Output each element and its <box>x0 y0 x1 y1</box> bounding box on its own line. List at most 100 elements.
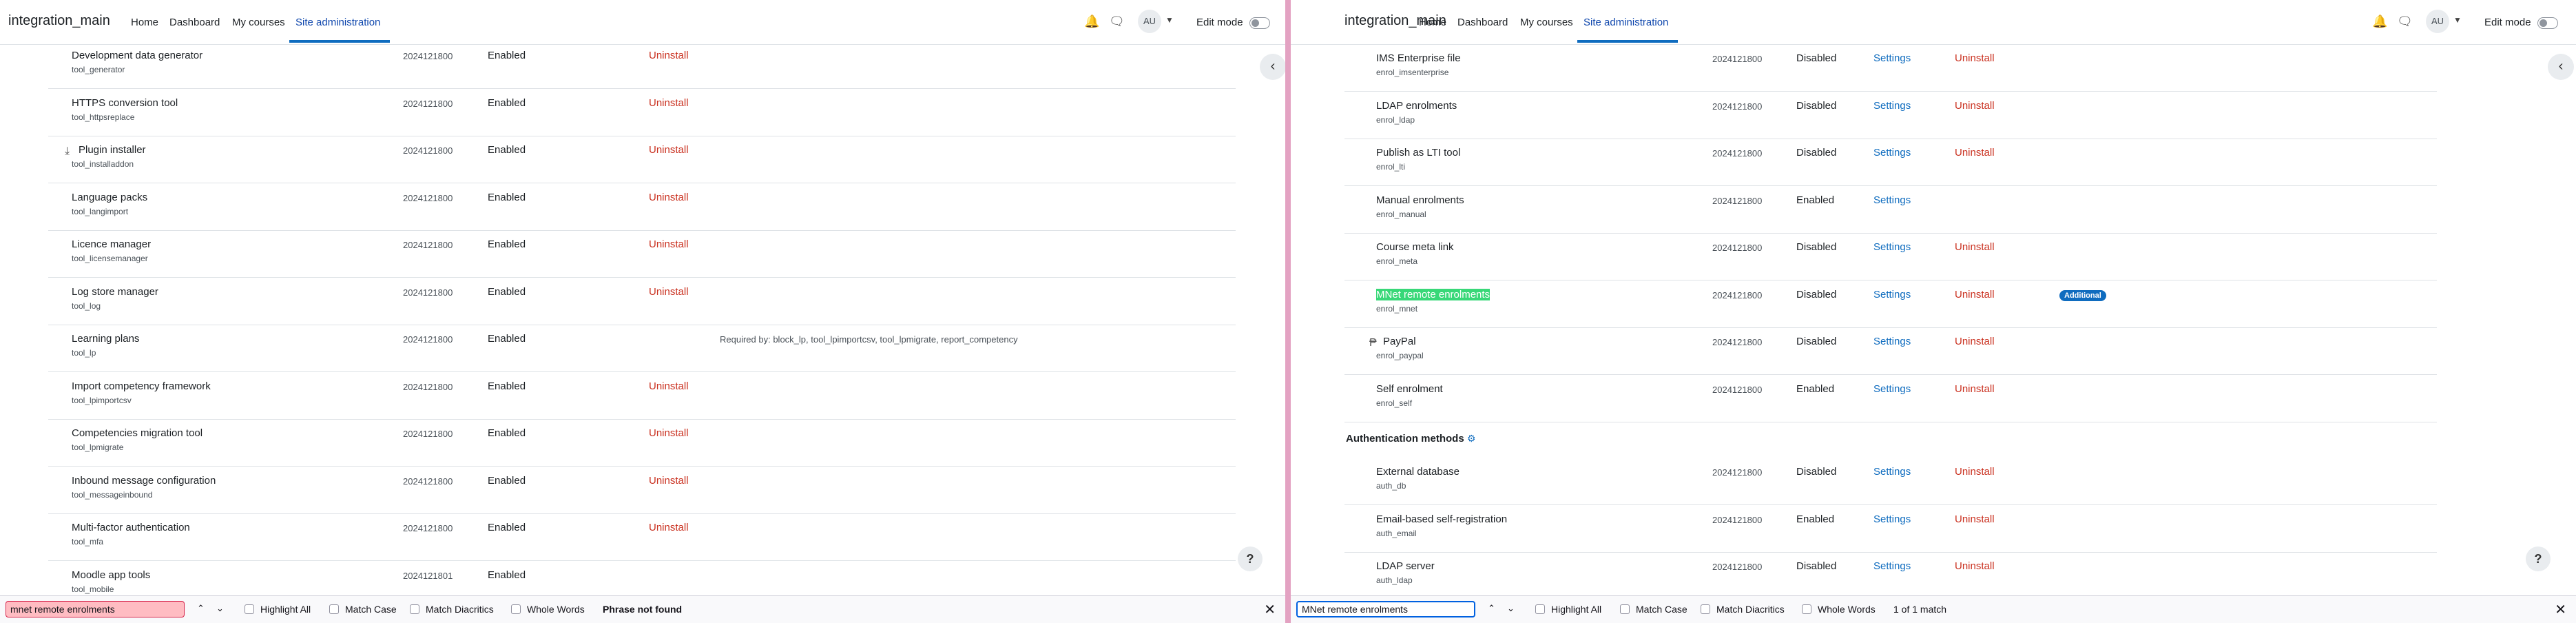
plugin-status[interactable]: Enabled <box>488 427 526 439</box>
uninstall-link[interactable]: Uninstall <box>649 144 689 156</box>
drawer-open-icon[interactable]: ‹ <box>1260 54 1285 80</box>
plugin-status[interactable]: Enabled <box>488 475 526 487</box>
find-input[interactable] <box>6 601 185 617</box>
plugin-status[interactable]: Disabled <box>1796 100 1836 112</box>
uninstall-link[interactable]: Uninstall <box>649 97 689 109</box>
highlight-all-label[interactable]: Highlight All <box>260 604 311 615</box>
user-avatar[interactable]: AU <box>1138 10 1161 33</box>
match-diacritics-checkbox[interactable] <box>1701 604 1710 614</box>
whole-words-checkbox[interactable] <box>1802 604 1811 614</box>
uninstall-link[interactable]: Uninstall <box>649 475 689 487</box>
settings-link[interactable]: Settings <box>1873 289 1911 300</box>
highlight-all-checkbox[interactable] <box>1535 604 1545 614</box>
close-icon[interactable]: ✕ <box>1264 601 1276 618</box>
site-name[interactable]: integration_main <box>8 13 110 29</box>
settings-link[interactable]: Settings <box>1873 513 1911 525</box>
match-case-checkbox[interactable] <box>1620 604 1630 614</box>
plugin-status[interactable]: Enabled <box>488 569 526 581</box>
settings-link[interactable]: Settings <box>1873 466 1911 478</box>
whole-words-label[interactable]: Whole Words <box>527 604 585 615</box>
uninstall-link[interactable]: Uninstall <box>649 380 689 392</box>
plugin-status[interactable]: Enabled <box>488 192 526 203</box>
plugin-status[interactable]: Enabled <box>488 144 526 156</box>
plugin-status[interactable]: Enabled <box>1796 513 1834 525</box>
settings-link[interactable]: Settings <box>1873 560 1911 572</box>
nav-site-administration[interactable]: Site administration <box>1583 17 1668 28</box>
find-next-icon[interactable]: ⌄ <box>216 603 224 614</box>
highlight-all-label[interactable]: Highlight All <box>1551 604 1601 615</box>
plugin-status[interactable]: Disabled <box>1796 466 1836 478</box>
nav-dashboard[interactable]: Dashboard <box>1457 17 1508 28</box>
edit-mode-toggle[interactable] <box>1249 17 1270 29</box>
uninstall-link[interactable]: Uninstall <box>649 238 689 250</box>
plugin-status[interactable]: Disabled <box>1796 52 1836 64</box>
uninstall-link[interactable]: Uninstall <box>1955 147 1995 159</box>
settings-link[interactable]: Settings <box>1873 147 1911 159</box>
chevron-down-icon[interactable]: ▼ <box>1165 15 1174 25</box>
uninstall-link[interactable]: Uninstall <box>649 522 689 533</box>
settings-link[interactable]: Settings <box>1873 194 1911 206</box>
find-input[interactable] <box>1296 601 1475 617</box>
bell-icon[interactable]: 🔔 <box>1084 14 1099 29</box>
plugin-status[interactable]: Enabled <box>1796 194 1834 206</box>
edit-mode-toggle[interactable] <box>2537 17 2558 29</box>
nav-home[interactable]: Home <box>131 17 158 28</box>
nav-dashboard[interactable]: Dashboard <box>169 17 220 28</box>
whole-words-checkbox[interactable] <box>511 604 521 614</box>
match-case-label[interactable]: Match Case <box>345 604 397 615</box>
settings-link[interactable]: Settings <box>1873 52 1911 64</box>
nav-my-courses[interactable]: My courses <box>1520 17 1573 28</box>
settings-link[interactable]: Settings <box>1873 383 1911 395</box>
plugin-status[interactable]: Enabled <box>488 333 526 345</box>
whole-words-label[interactable]: Whole Words <box>1818 604 1876 615</box>
plugin-status[interactable]: Enabled <box>488 50 526 61</box>
plugin-status[interactable]: Enabled <box>488 238 526 250</box>
bell-icon[interactable]: 🔔 <box>2372 14 2387 29</box>
plugin-status[interactable]: Disabled <box>1796 289 1836 300</box>
gear-icon[interactable]: ⚙ <box>1467 433 1476 444</box>
match-diacritics-checkbox[interactable] <box>410 604 419 614</box>
plugin-status[interactable]: Disabled <box>1796 147 1836 159</box>
match-diacritics-label[interactable]: Match Diacritics <box>1716 604 1785 615</box>
uninstall-link[interactable]: Uninstall <box>1955 336 1995 347</box>
user-avatar[interactable]: AU <box>2426 10 2449 33</box>
nav-site-administration[interactable]: Site administration <box>295 17 380 28</box>
nav-home[interactable]: Home <box>1419 17 1446 28</box>
plugin-status[interactable]: Disabled <box>1796 336 1836 347</box>
find-previous-icon[interactable]: ⌃ <box>197 603 205 614</box>
uninstall-link[interactable]: Uninstall <box>1955 513 1995 525</box>
settings-link[interactable]: Settings <box>1873 100 1911 112</box>
help-icon[interactable]: ? <box>2526 547 2551 571</box>
chat-icon[interactable]: 🗨 <box>1109 14 1125 29</box>
help-icon[interactable]: ? <box>1238 547 1263 571</box>
uninstall-link[interactable]: Uninstall <box>1955 241 1995 253</box>
uninstall-link[interactable]: Uninstall <box>649 286 689 298</box>
plugin-status[interactable]: Enabled <box>488 286 526 298</box>
uninstall-link[interactable]: Uninstall <box>1955 289 1995 300</box>
uninstall-link[interactable]: Uninstall <box>649 50 689 61</box>
settings-link[interactable]: Settings <box>1873 336 1911 347</box>
drawer-open-icon[interactable]: ‹ <box>2548 54 2574 80</box>
nav-my-courses[interactable]: My courses <box>232 17 285 28</box>
chat-icon[interactable]: 🗨 <box>2397 14 2413 29</box>
close-icon[interactable]: ✕ <box>2555 601 2566 618</box>
plugin-status[interactable]: Enabled <box>488 380 526 392</box>
uninstall-link[interactable]: Uninstall <box>1955 383 1995 395</box>
uninstall-link[interactable]: Uninstall <box>1955 52 1995 64</box>
highlight-all-checkbox[interactable] <box>245 604 254 614</box>
uninstall-link[interactable]: Uninstall <box>649 192 689 203</box>
plugin-status[interactable]: Enabled <box>488 97 526 109</box>
match-diacritics-label[interactable]: Match Diacritics <box>426 604 494 615</box>
find-previous-icon[interactable]: ⌃ <box>1488 603 1495 614</box>
match-case-label[interactable]: Match Case <box>1636 604 1687 615</box>
plugin-status[interactable]: Enabled <box>1796 383 1834 395</box>
uninstall-link[interactable]: Uninstall <box>649 427 689 439</box>
plugin-status[interactable]: Enabled <box>488 522 526 533</box>
uninstall-link[interactable]: Uninstall <box>1955 466 1995 478</box>
chevron-down-icon[interactable]: ▼ <box>2453 15 2462 25</box>
plugin-status[interactable]: Disabled <box>1796 241 1836 253</box>
find-next-icon[interactable]: ⌄ <box>1507 603 1515 614</box>
plugin-status[interactable]: Disabled <box>1796 560 1836 572</box>
match-case-checkbox[interactable] <box>329 604 339 614</box>
uninstall-link[interactable]: Uninstall <box>1955 560 1995 572</box>
